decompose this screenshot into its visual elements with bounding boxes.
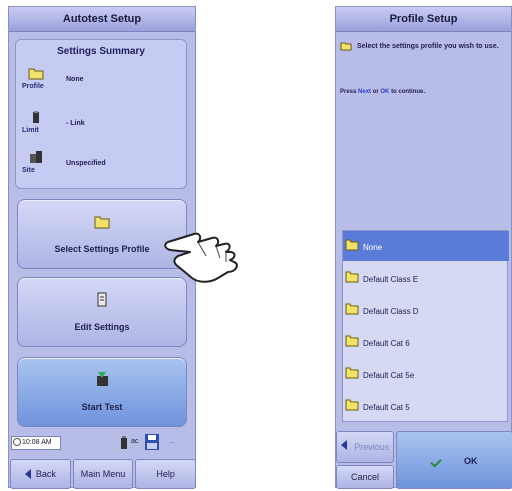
or-word: or (372, 89, 379, 95)
time-display: 10:08 AM (11, 436, 61, 450)
press-next-text: Press Next or OK to continue. (340, 89, 510, 95)
folder-icon (345, 367, 359, 379)
profile-name: Default Class E (363, 275, 419, 284)
folder-icon (345, 239, 359, 251)
instruction-line: Select the settings profile you wish to … (356, 42, 499, 50)
select-settings-profile-button[interactable]: Select Settings Profile (17, 199, 187, 269)
summary-label-limit: Limit (22, 127, 39, 134)
edit-settings-label: Edit Settings (74, 322, 130, 332)
limit-icon (33, 111, 39, 123)
panel-title: Autotest Setup (9, 7, 195, 32)
back-arrow-icon (24, 469, 31, 479)
help-button[interactable]: Help (135, 459, 197, 489)
settings-summary-box: Settings Summary Profile None Limit - Li… (15, 39, 187, 189)
cancel-button[interactable]: Cancel (336, 465, 394, 489)
summary-label-site: Site (22, 167, 35, 174)
back-button[interactable]: Back (10, 459, 71, 489)
battery-icon (121, 436, 127, 449)
profile-name: Default Class D (363, 307, 419, 316)
time-text: 10:08 AM (22, 439, 52, 446)
folder-icon (345, 303, 359, 315)
profile-item-default-cat-5e[interactable]: Default Cat 5e (343, 359, 509, 389)
site-icon (30, 151, 42, 163)
profile-item-default-cat-6[interactable]: Default Cat 6 (343, 327, 509, 357)
start-test-label: Start Test (81, 402, 123, 412)
save-icon[interactable] (145, 434, 159, 450)
ok-word: OK (380, 89, 390, 95)
edit-settings-button[interactable]: Edit Settings (17, 277, 187, 347)
folder-icon (28, 68, 44, 80)
panel-title: Profile Setup (336, 7, 511, 32)
checkmark-icon (430, 455, 443, 468)
summary-row-profile: Profile None (22, 64, 182, 104)
profile-item-default-cat-5[interactable]: Default Cat 5 (343, 391, 509, 421)
folder-icon (340, 42, 352, 51)
folder-icon (94, 216, 110, 229)
summary-row-limit: Limit - Link (22, 108, 182, 148)
start-test-button[interactable]: Start Test (17, 357, 187, 427)
press-prefix: Press (340, 89, 357, 95)
next-word: Next (358, 89, 372, 95)
edit-settings-icon (97, 292, 107, 307)
back-label: Back (35, 469, 56, 479)
summary-value-limit: - Link (66, 120, 85, 127)
status-ellipsis: ... (169, 438, 175, 445)
help-label: Help (156, 469, 175, 479)
previous-arrow-icon (340, 440, 347, 450)
profile-item-none[interactable]: None (343, 231, 509, 261)
status-bar: 10:08 AM ac ... (9, 432, 197, 456)
folder-icon (345, 271, 359, 283)
profile-name: None (363, 243, 383, 252)
summary-row-site: Site Unspecified (22, 148, 182, 188)
folder-icon (345, 399, 359, 411)
hand-pointer-icon (164, 232, 238, 283)
summary-value-site: Unspecified (66, 160, 106, 167)
summary-label-profile: Profile (22, 83, 44, 90)
profile-item-default-class-e[interactable]: Default Class E (343, 263, 509, 293)
profile-setup-panel: Profile Setup Select the settings profil… (335, 6, 512, 489)
bottom-nav: Back Main Menu Help (9, 459, 197, 489)
previous-label: Previous (354, 442, 390, 452)
profile-item-default-class-d[interactable]: Default Class D (343, 295, 509, 325)
ok-label: OK (464, 456, 478, 466)
main-menu-button[interactable]: Main Menu (72, 459, 134, 489)
previous-button[interactable]: Previous (336, 431, 394, 463)
cancel-label: Cancel (350, 472, 379, 482)
profile-name: Default Cat 5e (363, 371, 415, 380)
instruction-text: Select the settings profile you wish to … (340, 41, 510, 52)
select-settings-profile-label: Select Settings Profile (54, 244, 150, 254)
profile-name: Default Cat 5 (363, 403, 410, 412)
profile-list[interactable]: None Default Class E Default Class D Def… (342, 230, 509, 422)
power-source-text: ac (131, 438, 139, 445)
folder-icon (345, 335, 359, 347)
settings-summary-title: Settings Summary (57, 46, 145, 57)
profile-name: Default Cat 6 (363, 339, 410, 348)
ok-button[interactable]: OK (396, 431, 512, 489)
clock-icon (13, 438, 21, 446)
start-test-icon (97, 372, 108, 386)
press-suffix: to continue. (391, 89, 426, 95)
summary-value-profile: None (66, 76, 84, 83)
main-menu-label: Main Menu (80, 469, 126, 479)
